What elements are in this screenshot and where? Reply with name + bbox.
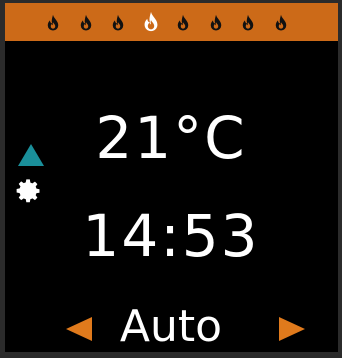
- time-readout: 14:53: [82, 202, 260, 270]
- flame-icon[interactable]: [207, 12, 225, 34]
- flame-icon[interactable]: [77, 12, 95, 34]
- flame-icon[interactable]: [140, 8, 162, 36]
- flame-icon[interactable]: [44, 12, 62, 34]
- gear-icon[interactable]: [15, 177, 43, 205]
- flame-level-bar[interactable]: [5, 3, 338, 41]
- flame-icon[interactable]: [109, 12, 127, 34]
- temperature-readout: 21°C: [95, 104, 247, 172]
- mode-selector: Auto: [0, 298, 342, 358]
- flame-icon[interactable]: [239, 12, 257, 34]
- flame-icon[interactable]: [272, 12, 290, 34]
- arrow-right-icon[interactable]: [279, 317, 305, 341]
- flame-icon[interactable]: [174, 12, 192, 34]
- thermostat-device: 21°C 14:53 Auto: [0, 0, 342, 355]
